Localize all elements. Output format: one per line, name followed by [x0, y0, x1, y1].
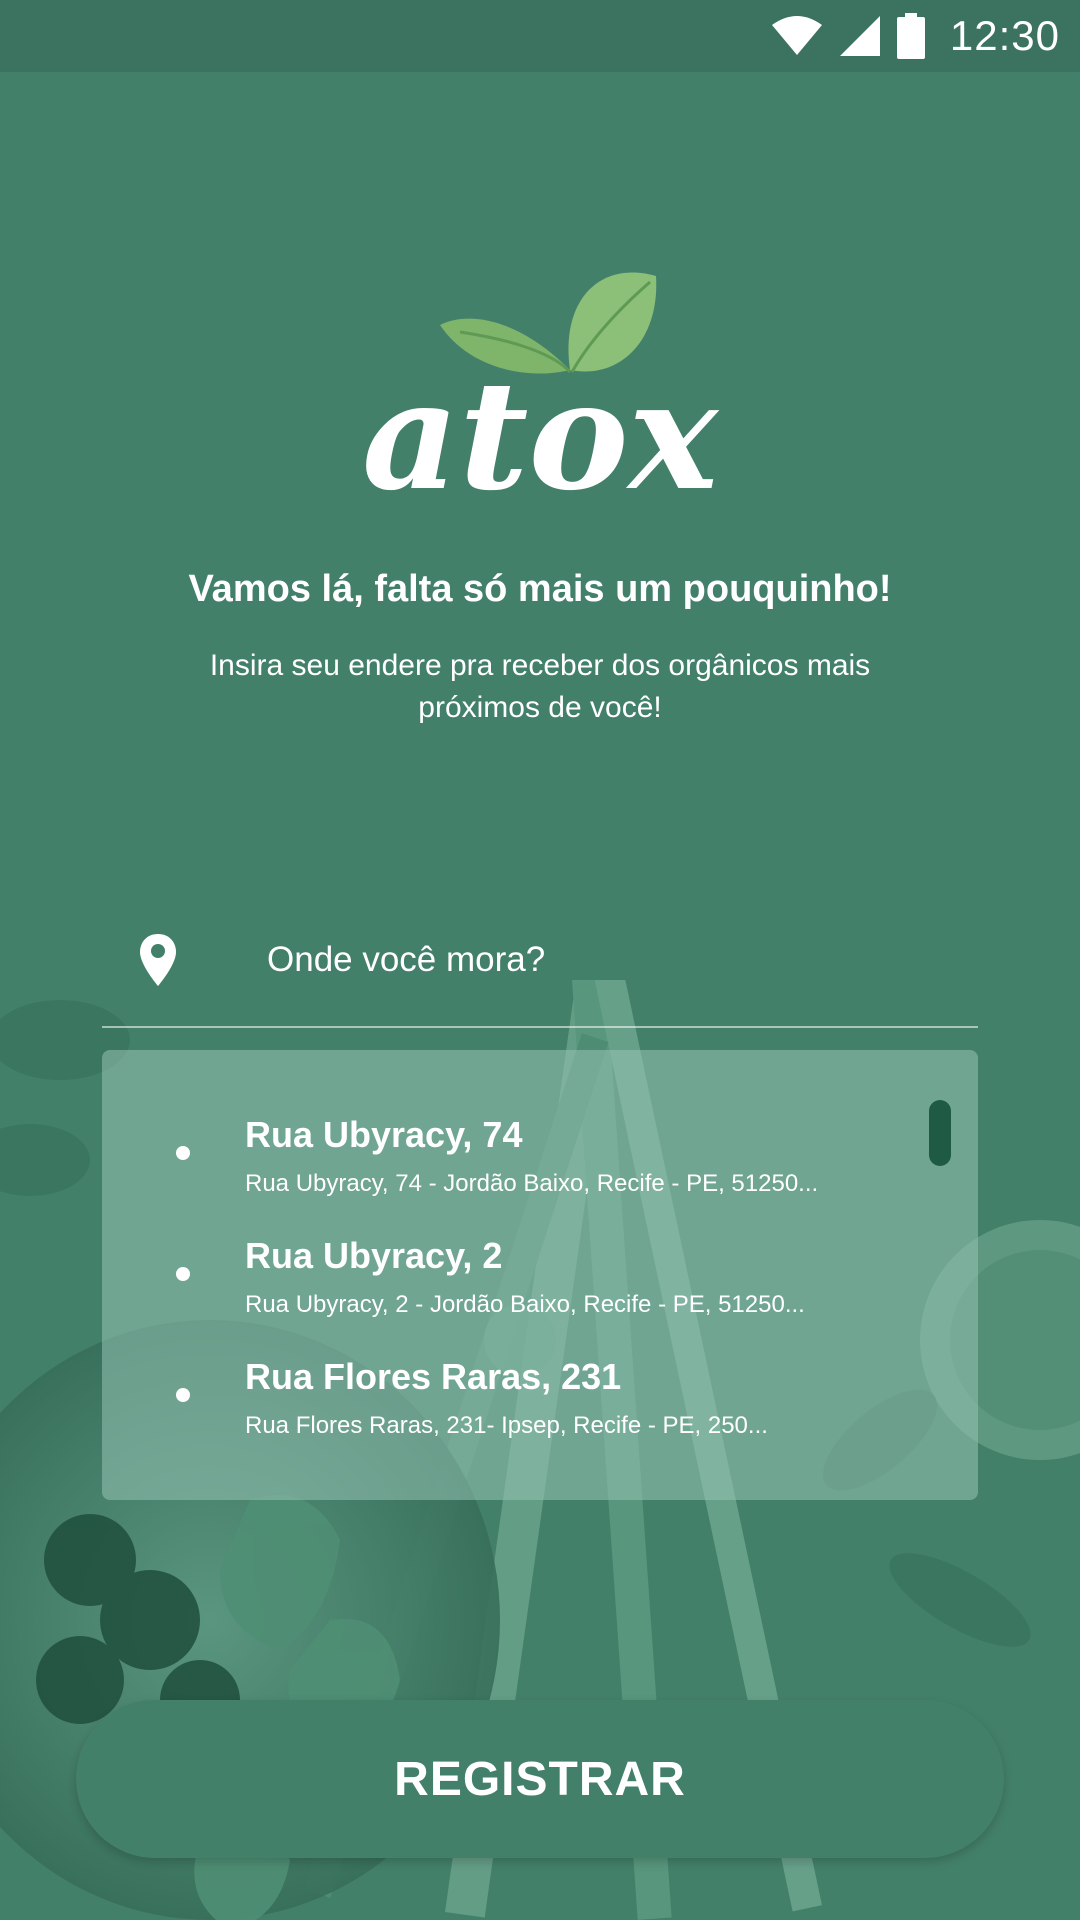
battery-icon — [896, 13, 925, 59]
suggestion-item[interactable]: Rua Flores Raras, 231 Rua Flores Raras, … — [102, 1292, 922, 1439]
cell-signal-icon — [839, 16, 880, 56]
register-button[interactable]: REGISTRAR — [76, 1700, 1004, 1858]
bullet-icon — [176, 1146, 190, 1160]
address-input[interactable] — [267, 926, 947, 994]
suggestion-title: Rua Ubyracy, 2 — [245, 1235, 503, 1276]
bullet-icon — [176, 1388, 190, 1402]
suggestion-item[interactable]: Rua Ubyracy, 74 Rua Ubyracy, 74 - Jordão… — [102, 1050, 922, 1197]
suggestion-item[interactable]: Rua Ubyracy, 2 Rua Ubyracy, 2 - Jordão B… — [102, 1171, 922, 1318]
headline: Vamos lá, falta só mais um pouquinho! — [188, 568, 892, 610]
bullet-icon — [176, 1267, 190, 1281]
logo-wordmark: atox — [362, 348, 720, 510]
address-field[interactable] — [102, 920, 978, 1028]
suggestion-title: Rua Ubyracy, 74 — [245, 1114, 523, 1155]
scrollbar-thumb[interactable] — [929, 1100, 951, 1166]
atox-logo: atox — [362, 272, 720, 510]
wifi-icon — [771, 16, 822, 55]
status-bar: 12:30 — [0, 0, 1080, 72]
suggestion-title: Rua Flores Raras, 231 — [245, 1356, 622, 1397]
status-time: 12:30 — [949, 12, 1060, 59]
address-registration-screen: 12:30 atox Vamos lá, falta só mais um po… — [0, 0, 1080, 1920]
suggestion-detail: Rua Flores Raras, 231- Ipsep, Recife - P… — [245, 1412, 768, 1439]
address-suggestions-list[interactable]: Rua Ubyracy, 74 Rua Ubyracy, 74 - Jordão… — [102, 1050, 978, 1500]
location-pin-icon — [140, 934, 176, 986]
subline: Insira seu endere pra receber dos orgâni… — [209, 649, 871, 724]
